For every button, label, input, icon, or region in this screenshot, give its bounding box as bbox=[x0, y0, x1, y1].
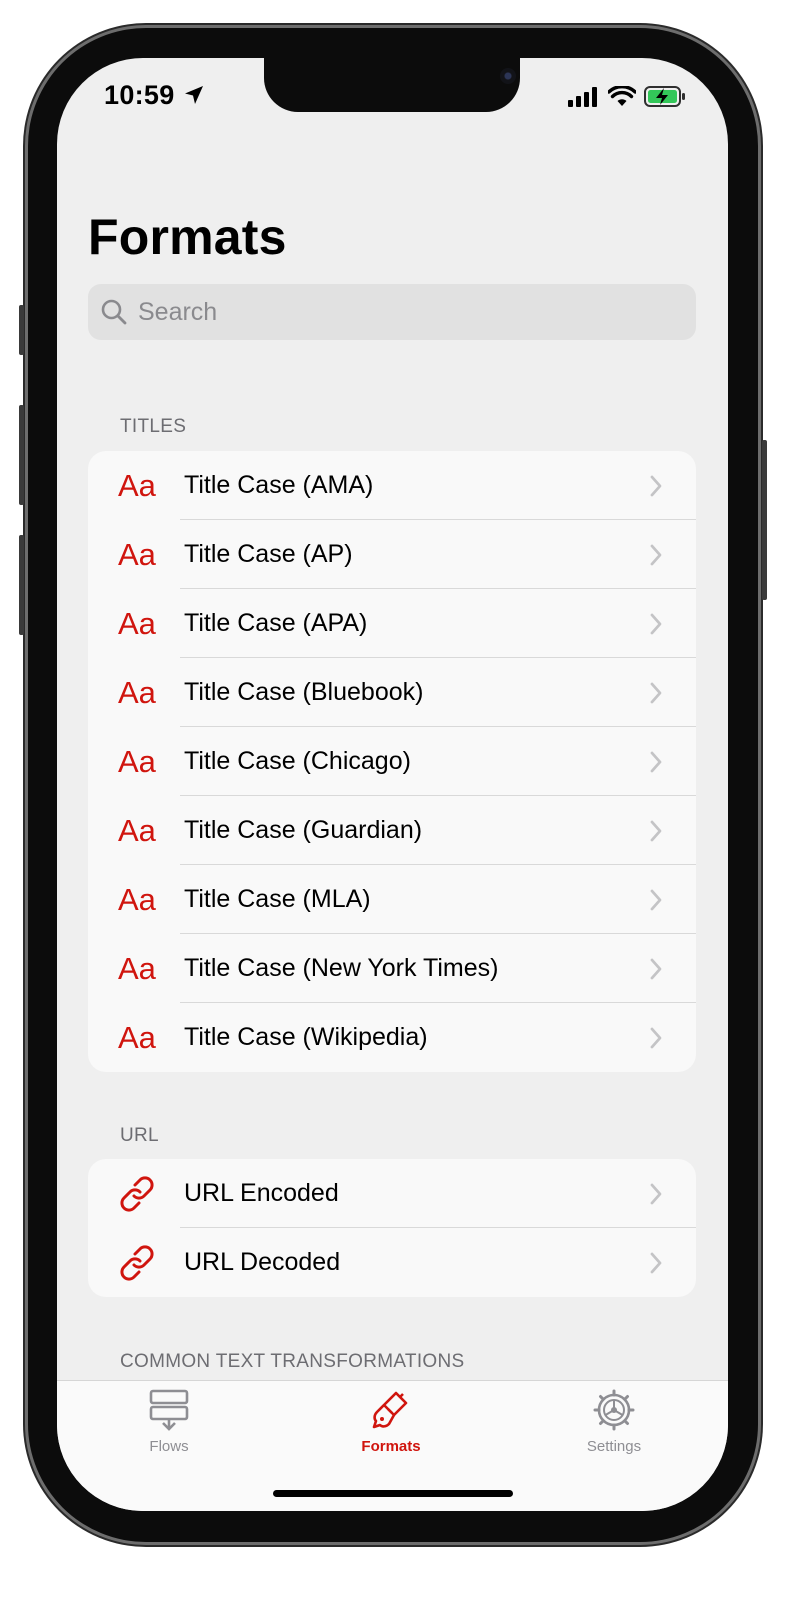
chevron-right-icon bbox=[650, 544, 662, 565]
search-bar[interactable] bbox=[88, 284, 696, 340]
chevron-right-icon bbox=[650, 1183, 662, 1204]
chevron-right-icon bbox=[650, 613, 662, 634]
tab-flows[interactable]: Flows bbox=[109, 1389, 229, 1455]
tab-label-formats: Formats bbox=[361, 1438, 421, 1455]
section-header-titles: TITLES bbox=[120, 416, 187, 437]
flows-icon bbox=[149, 1389, 189, 1431]
text-format-icon: Aa bbox=[118, 950, 156, 986]
tab-label-flows: Flows bbox=[149, 1438, 189, 1455]
text-format-icon: Aa bbox=[118, 812, 156, 848]
chevron-right-icon bbox=[650, 820, 662, 841]
list-item[interactable]: Aa Title Case (Bluebook) bbox=[88, 658, 696, 727]
list-item[interactable]: Aa Title Case (Wikipedia) bbox=[88, 1003, 696, 1072]
search-input[interactable] bbox=[136, 296, 660, 328]
power-button bbox=[762, 440, 767, 600]
link-icon bbox=[120, 1244, 154, 1281]
chevron-right-icon bbox=[650, 1252, 662, 1273]
link-icon bbox=[120, 1175, 154, 1212]
list-item[interactable]: Aa Title Case (AMA) bbox=[88, 451, 696, 520]
paintbrush-icon bbox=[372, 1391, 408, 1429]
chevron-right-icon bbox=[650, 751, 662, 772]
volume-down-button bbox=[19, 535, 24, 635]
list-item-label: Title Case (AP) bbox=[184, 540, 353, 568]
front-camera bbox=[500, 68, 516, 84]
chevron-right-icon bbox=[650, 1027, 662, 1048]
list-item-label: Title Case (Guardian) bbox=[184, 816, 423, 844]
url-group: URL Encoded URL Decoded bbox=[88, 1159, 696, 1297]
status-icons bbox=[568, 86, 686, 107]
text-format-icon: Aa bbox=[118, 1019, 156, 1055]
section-header-url: URL bbox=[120, 1125, 159, 1146]
screen: 10:59 Formats TITLES Aa bbox=[57, 58, 728, 1511]
volume-up-button bbox=[19, 405, 24, 505]
list-item-label: Title Case (Chicago) bbox=[184, 747, 411, 775]
search-icon bbox=[101, 299, 127, 325]
list-item[interactable]: Aa Title Case (APA) bbox=[88, 589, 696, 658]
list-item[interactable]: Aa Title Case (MLA) bbox=[88, 865, 696, 934]
page-title: Formats bbox=[88, 209, 287, 265]
location-arrow-icon bbox=[185, 86, 203, 104]
list-item-label: Title Case (New York Times) bbox=[184, 954, 499, 982]
section-header-common: COMMON TEXT TRANSFORMATIONS bbox=[120, 1351, 465, 1372]
chevron-right-icon bbox=[650, 475, 662, 496]
battery-charging-icon bbox=[644, 86, 685, 107]
list-item[interactable]: URL Decoded bbox=[88, 1228, 696, 1297]
link-icon-wrap bbox=[88, 1244, 184, 1282]
gear-icon bbox=[593, 1389, 635, 1431]
list-item-label: URL Decoded bbox=[184, 1248, 341, 1276]
list-item-label: Title Case (APA) bbox=[184, 609, 368, 637]
text-format-icon: Aa bbox=[118, 674, 156, 710]
text-format-icon: Aa bbox=[118, 881, 156, 917]
chevron-right-icon bbox=[650, 682, 662, 703]
tab-settings[interactable]: Settings bbox=[554, 1389, 674, 1455]
list-item-label: Title Case (Wikipedia) bbox=[184, 1023, 428, 1051]
list-item-label: URL Encoded bbox=[184, 1179, 339, 1207]
text-format-icon: Aa bbox=[118, 743, 156, 779]
notch bbox=[264, 58, 520, 112]
list-item[interactable]: URL Encoded bbox=[88, 1159, 696, 1228]
chevron-right-icon bbox=[650, 889, 662, 910]
titles-group: Aa Title Case (AMA) Aa Title Case (AP) Aa Tit… bbox=[88, 451, 696, 1072]
tab-label-settings: Settings bbox=[586, 1438, 642, 1455]
text-format-icon: Aa bbox=[118, 536, 156, 572]
text-format-icon: Aa bbox=[118, 605, 156, 641]
list-item-label: Title Case (AMA) bbox=[184, 471, 374, 499]
wifi-icon bbox=[608, 86, 636, 106]
list-item-label: Title Case (Bluebook) bbox=[184, 678, 424, 706]
cellular-signal-icon bbox=[568, 86, 597, 107]
list-item[interactable]: Aa Title Case (New York Times) bbox=[88, 934, 696, 1003]
list-item-label: Title Case (MLA) bbox=[184, 885, 371, 913]
list-item[interactable]: Aa Title Case (AP) bbox=[88, 520, 696, 589]
tab-formats[interactable]: Formats bbox=[331, 1389, 451, 1455]
text-format-icon: Aa bbox=[118, 467, 156, 503]
home-indicator bbox=[273, 1490, 513, 1497]
mute-switch bbox=[19, 305, 24, 355]
link-icon-wrap bbox=[88, 1175, 184, 1213]
status-time: 10:59 bbox=[104, 80, 175, 110]
list-item[interactable]: Aa Title Case (Chicago) bbox=[88, 727, 696, 796]
list-item[interactable]: Aa Title Case (Guardian) bbox=[88, 796, 696, 865]
chevron-right-icon bbox=[650, 958, 662, 979]
